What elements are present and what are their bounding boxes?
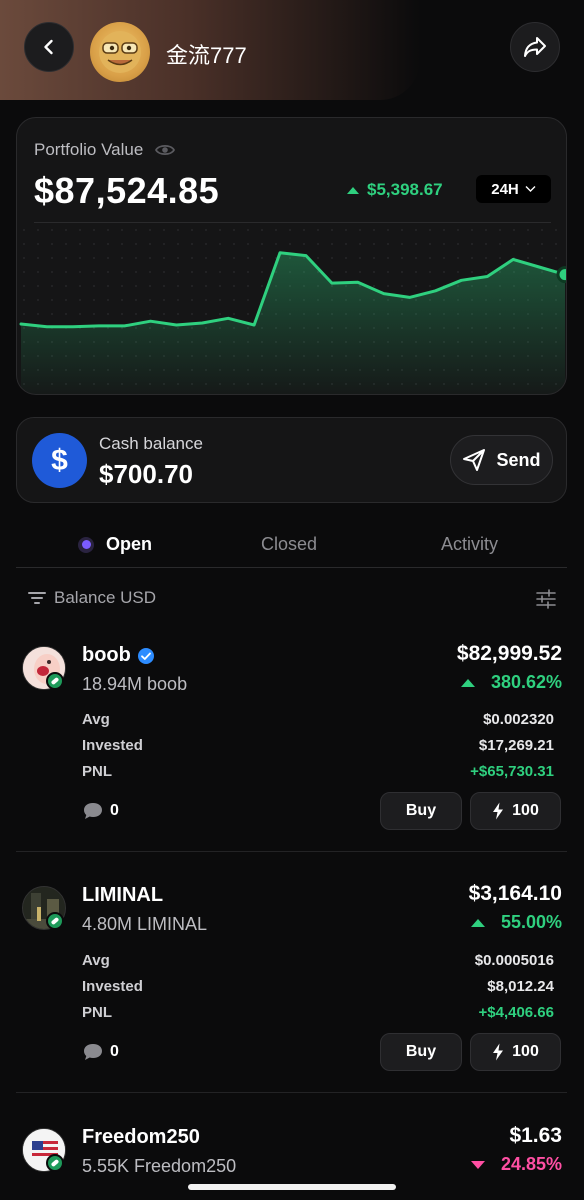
- sliders-icon[interactable]: [535, 588, 557, 610]
- portfolio-value: $87,524.85: [34, 170, 220, 211]
- cash-balance-card: $ Cash balance $700.70 Send: [16, 417, 567, 503]
- back-button[interactable]: [24, 22, 74, 72]
- portfolio-label-row: Portfolio Value: [34, 140, 176, 160]
- pnl-value: +$65,730.31: [470, 763, 554, 780]
- avg-label: Avg: [82, 952, 110, 969]
- invested-label: Invested: [82, 737, 143, 754]
- quick-buy-button[interactable]: 100: [470, 1033, 561, 1071]
- tab-open[interactable]: Open: [78, 534, 152, 555]
- tab-closed-label: Closed: [261, 534, 318, 554]
- portfolio-label: Portfolio Value: [34, 140, 144, 159]
- comments-button[interactable]: 0: [82, 1042, 119, 1062]
- lightning-icon: [493, 1043, 504, 1061]
- triangle-up-icon: [470, 918, 485, 927]
- tab-activity-label: Activity: [441, 534, 499, 554]
- send-button[interactable]: Send: [450, 435, 553, 485]
- buy-button[interactable]: Buy: [380, 1033, 462, 1071]
- pill-icon: [46, 1154, 64, 1172]
- tab-open-label: Open: [106, 534, 153, 554]
- token-name: LIMINAL: [82, 884, 164, 906]
- pill-icon: [46, 672, 64, 690]
- token-name-row: LIMINAL: [82, 884, 163, 907]
- timeframe-select[interactable]: 24H: [476, 175, 551, 203]
- token-quantity: 5.55K Freedom250: [82, 1156, 237, 1176]
- buy-button[interactable]: Buy: [380, 792, 462, 830]
- row-divider: [16, 851, 567, 852]
- row-divider: [16, 1092, 567, 1093]
- sort-label: Balance USD: [54, 588, 157, 607]
- avatar[interactable]: [90, 22, 150, 82]
- quick-buy-button[interactable]: 100: [470, 792, 561, 830]
- tab-bar: Open Closed Activity: [16, 520, 567, 568]
- lightning-icon: [493, 802, 504, 820]
- token-change: 380.62%: [460, 672, 562, 693]
- token-change-value: 380.62%: [490, 672, 562, 692]
- avg-value: $0.0005016: [474, 952, 554, 969]
- triangle-down-icon: [470, 1160, 485, 1169]
- token-change: 55.00%: [470, 912, 562, 933]
- invested-value: $8,012.24: [487, 978, 554, 995]
- tab-closed[interactable]: Closed: [261, 534, 317, 555]
- token-value: $3,164.10: [468, 882, 562, 905]
- invested-value: $17,269.21: [478, 737, 554, 754]
- tab-activity[interactable]: Activity: [441, 534, 498, 555]
- portfolio-change: $5,398.67: [347, 180, 443, 200]
- token-change: 24.85%: [470, 1154, 562, 1175]
- dollar-icon: $: [32, 433, 87, 488]
- token-name-row: boob: [82, 644, 155, 667]
- verified-badge-icon: [137, 647, 154, 664]
- pnl-label: PNL: [82, 763, 112, 780]
- cash-label: Cash balance: [99, 434, 203, 453]
- token-name: Freedom250: [82, 1126, 200, 1148]
- active-dot-icon: [78, 536, 94, 553]
- filter-row: Balance USD: [16, 586, 567, 614]
- comments-button[interactable]: 0: [82, 801, 119, 821]
- share-arrow-icon: [524, 37, 546, 57]
- token-value: $1.63: [509, 1124, 562, 1147]
- token-change-value: 24.85%: [500, 1154, 562, 1174]
- token-name-row: Freedom250: [82, 1126, 200, 1149]
- token-name: boob: [82, 644, 131, 666]
- comments-count: 0: [110, 1043, 119, 1060]
- timeframe-label: 24H: [491, 180, 519, 198]
- avg-value: $0.002320: [483, 711, 554, 728]
- sort-dropdown[interactable]: Balance USD: [28, 588, 156, 608]
- home-indicator[interactable]: [188, 1184, 396, 1190]
- chart-current-point: [556, 266, 566, 284]
- portfolio-card: Portfolio Value $87,524.85 $5,398.67 24H: [16, 117, 567, 395]
- share-button[interactable]: [510, 22, 560, 72]
- pnl-label: PNL: [82, 1004, 112, 1021]
- username: 金流777: [166, 43, 247, 68]
- buy-label: Buy: [405, 1043, 437, 1060]
- send-label: Send: [496, 449, 541, 470]
- portfolio-change-value: $5,398.67: [367, 180, 443, 199]
- avg-label: Avg: [82, 711, 110, 728]
- invested-label: Invested: [82, 978, 143, 995]
- comment-bubble-icon: [84, 803, 102, 819]
- pill-icon: [46, 912, 64, 930]
- token-value: $82,999.52: [456, 642, 562, 665]
- sort-lines-icon: [28, 592, 46, 604]
- token-change-value: 55.00%: [500, 912, 562, 932]
- chevron-down-icon: [525, 186, 536, 192]
- comment-bubble-icon: [84, 1044, 102, 1060]
- quick-buy-label: 100: [512, 802, 539, 819]
- token-quantity: 4.80M LIMINAL: [82, 914, 208, 934]
- pepe-face-icon: [99, 31, 141, 73]
- quick-buy-label: 100: [512, 1043, 539, 1060]
- triangle-up-icon: [347, 186, 359, 194]
- profile-header: 金流777: [0, 0, 584, 100]
- chevron-left-icon: [44, 39, 53, 55]
- pnl-value: +$4,406.66: [478, 1004, 555, 1021]
- cash-value: $700.70: [99, 459, 193, 489]
- triangle-up-icon: [460, 678, 475, 687]
- buy-label: Buy: [405, 802, 437, 819]
- eye-icon[interactable]: [155, 143, 176, 157]
- comments-count: 0: [110, 802, 119, 819]
- paper-plane-icon: [463, 449, 486, 471]
- portfolio-chart[interactable]: [17, 223, 567, 395]
- token-quantity: 18.94M boob: [82, 674, 188, 694]
